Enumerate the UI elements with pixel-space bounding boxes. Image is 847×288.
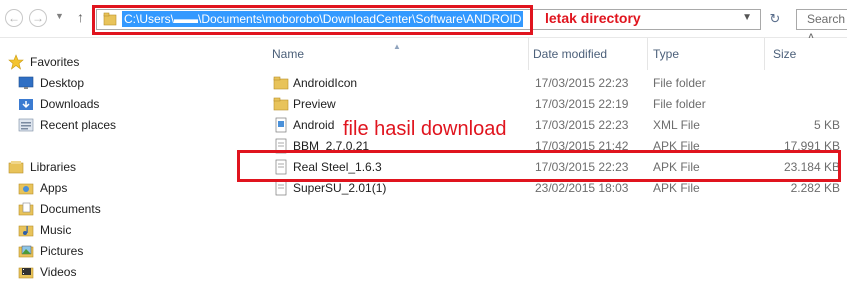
navigation-pane: Favorites Desktop Downloads Recent place… bbox=[0, 38, 262, 288]
documents-icon bbox=[18, 201, 34, 217]
file-size: 2.282 KB bbox=[790, 181, 840, 195]
sidebar-item-music[interactable]: Music bbox=[18, 220, 71, 240]
sidebar-item-libraries[interactable]: Libraries bbox=[8, 157, 76, 177]
sidebar-item-label: Pictures bbox=[40, 244, 84, 258]
arrow-left-icon: ← bbox=[8, 11, 20, 25]
file-name: Preview bbox=[293, 97, 336, 111]
music-icon bbox=[18, 222, 34, 238]
file-row-preview[interactable]: Preview 17/03/2015 22:19 File folder bbox=[262, 94, 847, 115]
sidebar-item-recent-places[interactable]: Recent places bbox=[18, 115, 116, 135]
star-icon bbox=[8, 54, 24, 70]
chevron-down-icon[interactable]: ▼ bbox=[742, 12, 752, 23]
sidebar-item-label: Documents bbox=[40, 202, 101, 216]
desktop-icon bbox=[18, 75, 34, 91]
download-annotation: file hasil download bbox=[343, 118, 507, 140]
file-name: AndroidIcon bbox=[293, 76, 358, 90]
sidebar-item-label: Favorites bbox=[30, 55, 80, 69]
apk-file-icon bbox=[275, 180, 287, 196]
xml-file-icon bbox=[275, 117, 287, 133]
sidebar-item-label: Recent places bbox=[40, 118, 117, 132]
file-name: Android bbox=[293, 118, 335, 132]
file-date: 17/03/2015 22:23 bbox=[535, 76, 629, 90]
column-header-date-modified[interactable]: Date modified bbox=[533, 38, 607, 70]
arrow-right-icon: → bbox=[32, 11, 44, 25]
sidebar-item-label: Music bbox=[40, 223, 72, 237]
refresh-icon: ↻ bbox=[769, 11, 781, 26]
file-row-androidicon[interactable]: AndroidIcon 17/03/2015 22:23 File folder bbox=[262, 73, 847, 94]
sidebar-item-label: Libraries bbox=[30, 160, 77, 174]
chevron-down-icon: ▼ bbox=[55, 11, 64, 21]
sidebar-item-pictures[interactable]: Pictures bbox=[18, 241, 83, 261]
folder-icon bbox=[273, 76, 289, 90]
file-date: 17/03/2015 22:19 bbox=[535, 97, 629, 111]
column-header-size[interactable]: Size bbox=[773, 38, 796, 70]
sidebar-item-apps[interactable]: Apps bbox=[18, 178, 67, 198]
sidebar-item-videos[interactable]: Videos bbox=[18, 262, 76, 282]
sidebar-item-label: Downloads bbox=[40, 97, 100, 111]
sidebar-item-label: Apps bbox=[40, 181, 68, 195]
file-name: SuperSU_2.01(1) bbox=[293, 181, 387, 195]
download-highlight-box bbox=[237, 150, 841, 182]
column-header-name[interactable]: Name bbox=[272, 38, 304, 70]
pictures-icon bbox=[18, 243, 34, 259]
sort-ascending-icon: ▲ bbox=[393, 42, 401, 51]
recent-places-icon bbox=[18, 117, 34, 133]
videos-icon bbox=[18, 264, 34, 280]
back-button[interactable]: ← bbox=[5, 9, 23, 27]
column-divider[interactable] bbox=[764, 38, 765, 70]
forward-button[interactable]: → bbox=[29, 9, 47, 27]
folder-icon bbox=[273, 97, 289, 111]
column-divider[interactable] bbox=[647, 38, 648, 70]
sidebar-item-documents[interactable]: Documents bbox=[18, 199, 101, 219]
sidebar-item-label: Desktop bbox=[40, 76, 85, 90]
directory-annotation: letak directory bbox=[545, 10, 641, 26]
sidebar-item-desktop[interactable]: Desktop bbox=[18, 73, 84, 93]
arrow-up-icon: ↑ bbox=[77, 9, 84, 25]
downloads-icon bbox=[18, 96, 34, 112]
search-input[interactable]: Search A bbox=[796, 9, 847, 45]
directory-highlight-box bbox=[92, 5, 533, 35]
apps-icon bbox=[18, 180, 34, 196]
file-type: APK File bbox=[653, 181, 700, 195]
file-date: 23/02/2015 18:03 bbox=[535, 181, 629, 195]
recent-locations-dropdown[interactable]: ▼ bbox=[55, 11, 64, 21]
sidebar-item-favorites[interactable]: Favorites bbox=[8, 52, 79, 72]
up-button[interactable]: ↑ bbox=[77, 9, 84, 25]
column-divider[interactable] bbox=[528, 38, 529, 70]
file-date: 17/03/2015 22:23 bbox=[535, 118, 629, 132]
column-header-type[interactable]: Type bbox=[653, 38, 679, 70]
file-size: 5 KB bbox=[813, 118, 840, 132]
refresh-button[interactable]: ↻ bbox=[764, 9, 786, 30]
libraries-icon bbox=[8, 159, 24, 175]
file-type: XML File bbox=[653, 118, 700, 132]
file-type: File folder bbox=[653, 76, 706, 90]
sidebar-item-downloads[interactable]: Downloads bbox=[18, 94, 99, 114]
sidebar-item-label: Videos bbox=[40, 265, 77, 279]
file-type: File folder bbox=[653, 97, 706, 111]
